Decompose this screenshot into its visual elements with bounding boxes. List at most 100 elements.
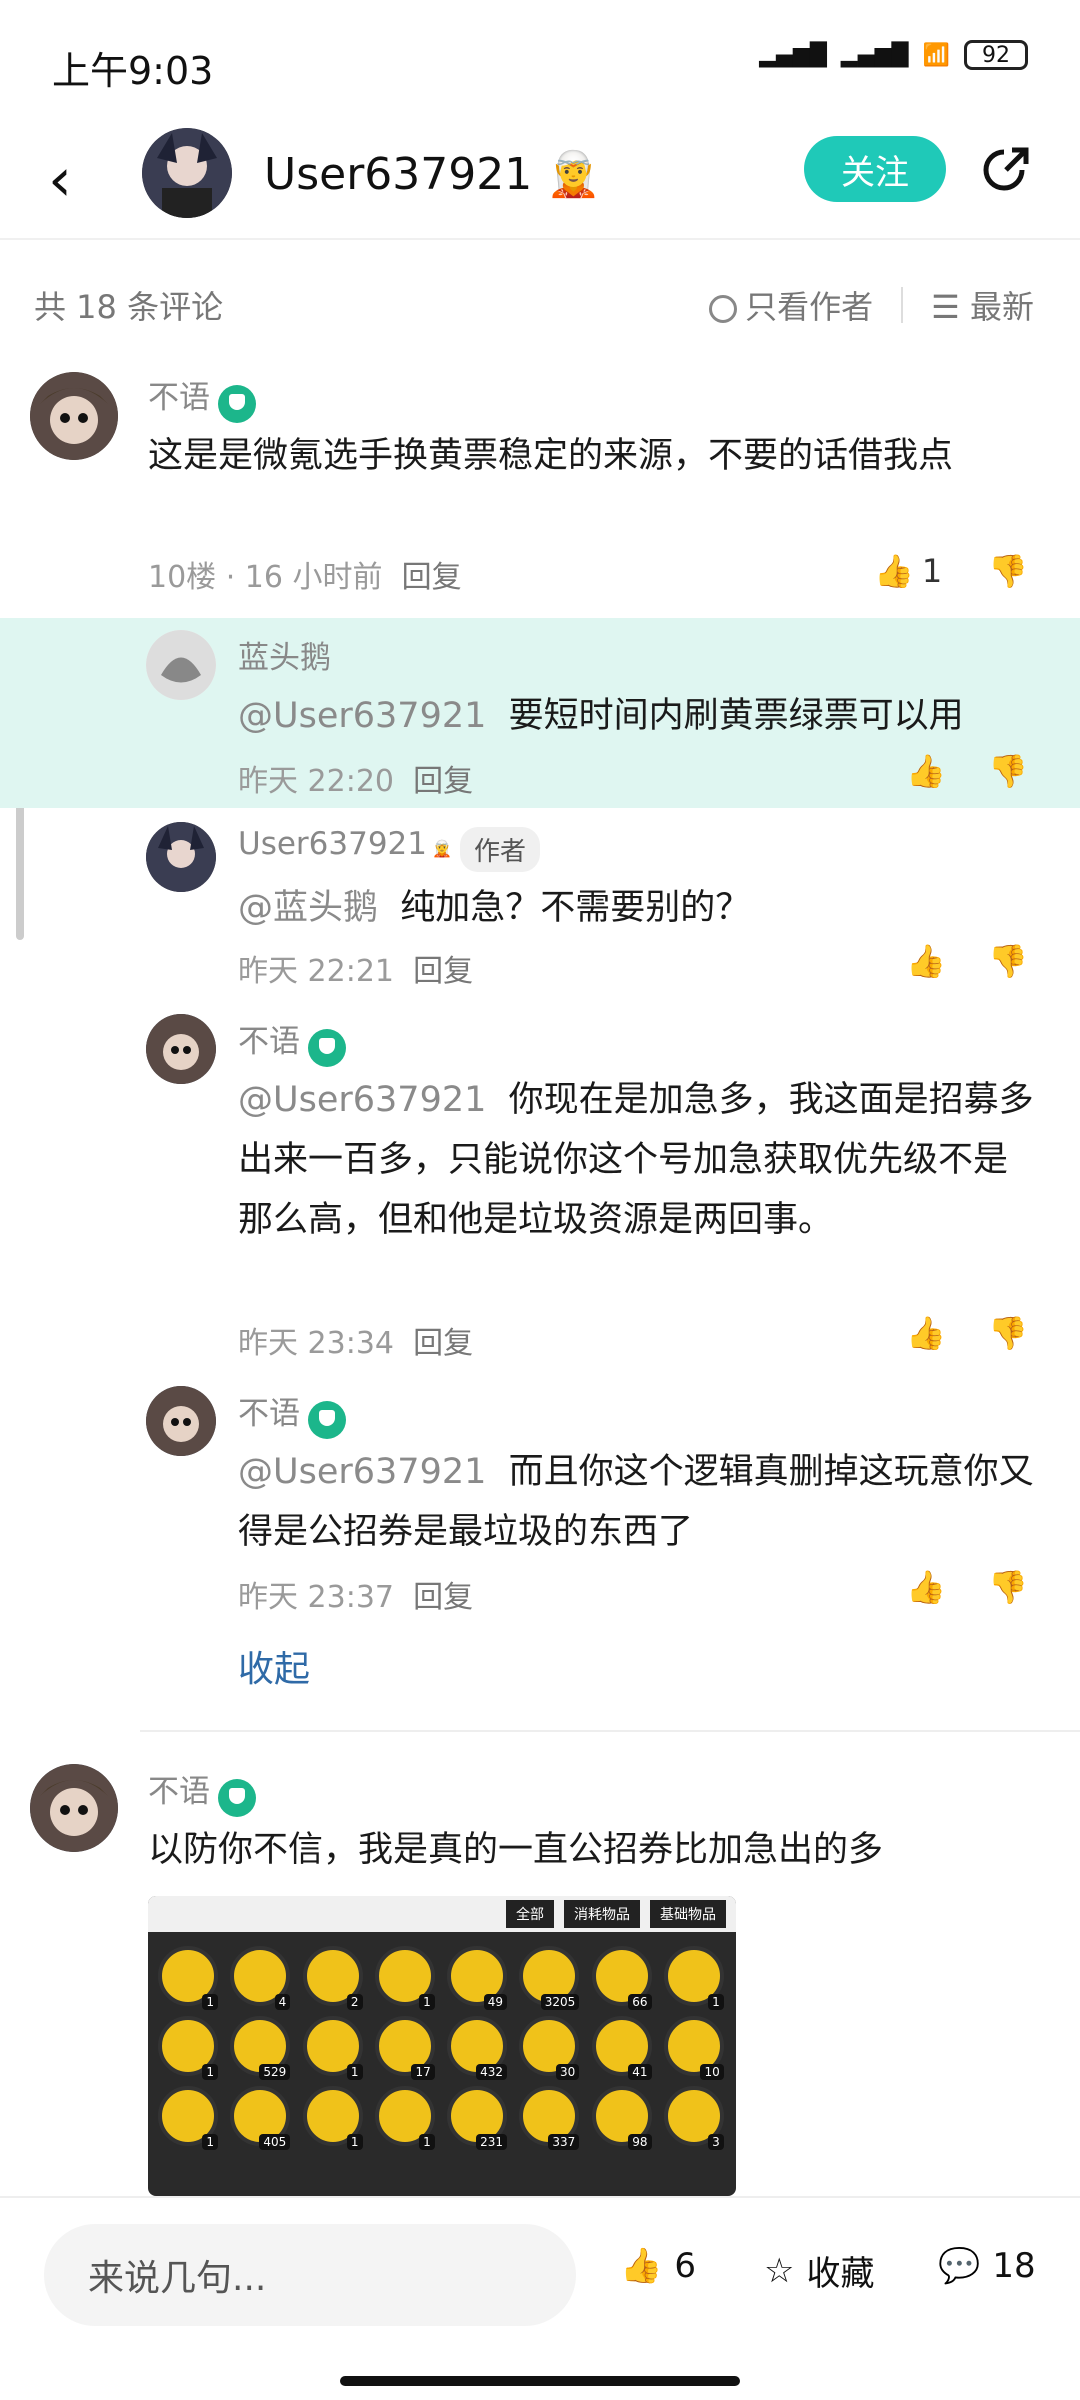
comments-button[interactable]: 💬 18 <box>938 2246 1036 2286</box>
author-only-label: 只看作者 <box>745 288 874 326</box>
item-count: 432 <box>476 2064 507 2080</box>
item-icon: 98 <box>591 2086 652 2150</box>
header-username[interactable]: User637921 🧝 <box>264 148 601 200</box>
status-icons: ▂▄▆█ ▂▄▆█ 📶 92 <box>759 40 1028 70</box>
mention-link[interactable]: @User637921 <box>238 1080 486 1120</box>
image-tab: 全部 <box>506 1900 554 1928</box>
item-count: 231 <box>476 2134 507 2150</box>
comment-avatar[interactable] <box>30 372 118 460</box>
reply-avatar[interactable] <box>146 1014 216 1084</box>
thumb-down-icon: 👎 <box>988 752 1028 790</box>
reply-meta: 昨天 23:37 回复 <box>238 1572 473 1616</box>
reply-author[interactable]: 不语 <box>238 1016 346 1067</box>
signal-icon-2: ▂▄▆█ <box>840 42 909 68</box>
thumb-up-icon: 👍 <box>906 1314 946 1352</box>
comment-image[interactable]: 全部 消耗物品 基础物品 1 4 2 1 49 3205 66 1 1 529 … <box>148 1896 736 2196</box>
reply-avatar[interactable] <box>146 630 216 700</box>
reply-avatar[interactable] <box>146 1386 216 1456</box>
reply-button[interactable]: 回复 <box>413 764 473 799</box>
star-icon: ☆ <box>764 2250 795 2291</box>
filter-group: 只看作者 ☰ 最新 <box>709 282 1034 328</box>
mention-link[interactable]: @User637921 <box>238 1452 486 1492</box>
comment-text: 这是是微氪选手换黄票稳定的来源，不要的话借我点 <box>148 436 954 476</box>
reply-author-name: 不语 <box>238 1396 300 1432</box>
item-icon: 17 <box>374 2016 435 2080</box>
reply-button[interactable]: 回复 <box>413 954 473 989</box>
item-icon: 529 <box>230 2016 291 2080</box>
favorite-button[interactable]: ☆ 收藏 <box>764 2246 874 2295</box>
item-count: 66 <box>628 1994 652 2010</box>
dislike-button[interactable]: 👎 <box>988 942 1028 980</box>
item-count: 41 <box>628 2064 652 2080</box>
dislike-button[interactable]: 👎 <box>988 1314 1028 1352</box>
comment-author[interactable]: 不语 <box>148 1766 256 1817</box>
item-icon: 2 <box>302 1946 363 2010</box>
item-icon: 1 <box>158 1946 218 2010</box>
follow-button[interactable]: 关注 <box>804 136 946 202</box>
battery-icon: 92 <box>964 40 1028 70</box>
thumb-up-icon: 👍 <box>906 752 946 790</box>
mention-link[interactable]: @User637921 <box>238 696 486 736</box>
reply-content: 纯加急？不需要别的？ <box>400 888 751 928</box>
reply-avatar[interactable] <box>146 822 216 892</box>
post-like-button[interactable]: 👍 6 <box>620 2246 696 2286</box>
back-button[interactable]: ‹ <box>48 150 108 210</box>
item-count: 10 <box>700 2064 724 2080</box>
comment-floor-time: 10楼 · 16 小时前 <box>148 560 383 595</box>
share-icon[interactable] <box>974 140 1034 200</box>
reply-author-name[interactable]: 蓝头鹅 <box>238 632 331 677</box>
item-count: 4 <box>274 1994 291 2010</box>
author-only-toggle[interactable]: 只看作者 <box>709 282 873 328</box>
status-bar: 上午9:03 ▂▄▆█ ▂▄▆█ 📶 92 <box>0 0 1080 128</box>
image-tabs: 全部 消耗物品 基础物品 <box>148 1896 736 1932</box>
signal-icon: ▂▄▆█ <box>759 42 827 68</box>
reply-author[interactable]: User637921 🧝 作者 <box>238 826 541 872</box>
comment-text: 以防你不信，我是真的一直公招券比加急出的多 <box>148 1830 884 1870</box>
dislike-button[interactable]: 👎 <box>988 752 1028 790</box>
item-icon: 432 <box>447 2016 507 2080</box>
comment-avatar[interactable] <box>30 1764 118 1852</box>
like-button[interactable]: 👍 1 <box>874 552 942 590</box>
item-icon: 41 <box>591 2016 652 2080</box>
favorite-label: 收藏 <box>806 2254 875 2294</box>
item-icon: 4 <box>230 1946 291 2010</box>
item-icon: 405 <box>230 2086 291 2150</box>
comment-count: 共 18 条评论 <box>34 288 224 326</box>
item-count: 337 <box>548 2134 580 2150</box>
dislike-button[interactable]: 👎 <box>988 1568 1028 1606</box>
comment-input[interactable]: 来说几句... <box>44 2224 576 2326</box>
home-indicator[interactable] <box>340 2376 740 2386</box>
dislike-button[interactable]: 👎 <box>988 552 1028 590</box>
avatar-image <box>30 372 118 460</box>
item-icon: 1 <box>302 2016 363 2080</box>
like-button[interactable]: 👍 <box>906 942 946 980</box>
item-count: 405 <box>259 2134 291 2150</box>
reply-time: 昨天 23:37 <box>238 1580 394 1615</box>
like-button[interactable]: 👍 <box>906 1314 946 1352</box>
reply-time: 昨天 22:20 <box>238 764 394 799</box>
sort-button[interactable]: ☰ 最新 <box>931 282 1034 328</box>
trophy-badge-icon <box>218 1778 256 1817</box>
header-avatar[interactable] <box>142 128 232 218</box>
mention-link[interactable]: @蓝头鹅 <box>238 888 378 928</box>
reply-button[interactable]: 回复 <box>413 1326 473 1361</box>
reply-author-name: User637921 <box>238 826 427 862</box>
item-count: 30 <box>555 2064 580 2080</box>
item-icon: 10 <box>663 2016 724 2080</box>
reply-button[interactable]: 回复 <box>402 560 462 595</box>
like-button[interactable]: 👍 <box>906 752 946 790</box>
collapse-replies-button[interactable]: 收起 <box>238 1640 310 1692</box>
reply-author[interactable]: 不语 <box>238 1388 346 1439</box>
like-button[interactable]: 👍 <box>906 1568 946 1606</box>
item-count: 2 <box>346 1994 363 2010</box>
comment-author[interactable]: 不语 <box>148 372 256 423</box>
reply-text: @User637921 要短时间内刷黄票绿票可以用 <box>238 686 1038 746</box>
reply-time: 昨天 22:21 <box>238 954 394 989</box>
reply-meta: 昨天 23:34 回复 <box>238 1318 473 1362</box>
item-count: 529 <box>259 2064 291 2080</box>
radio-icon <box>709 295 738 323</box>
item-icon: 3205 <box>519 1946 580 2010</box>
avatar-image <box>146 630 216 700</box>
reply-text: @User637921 你现在是加急多，我这面是招募多出来一百多，只能说你这个号… <box>238 1070 1038 1250</box>
reply-button[interactable]: 回复 <box>413 1580 473 1615</box>
